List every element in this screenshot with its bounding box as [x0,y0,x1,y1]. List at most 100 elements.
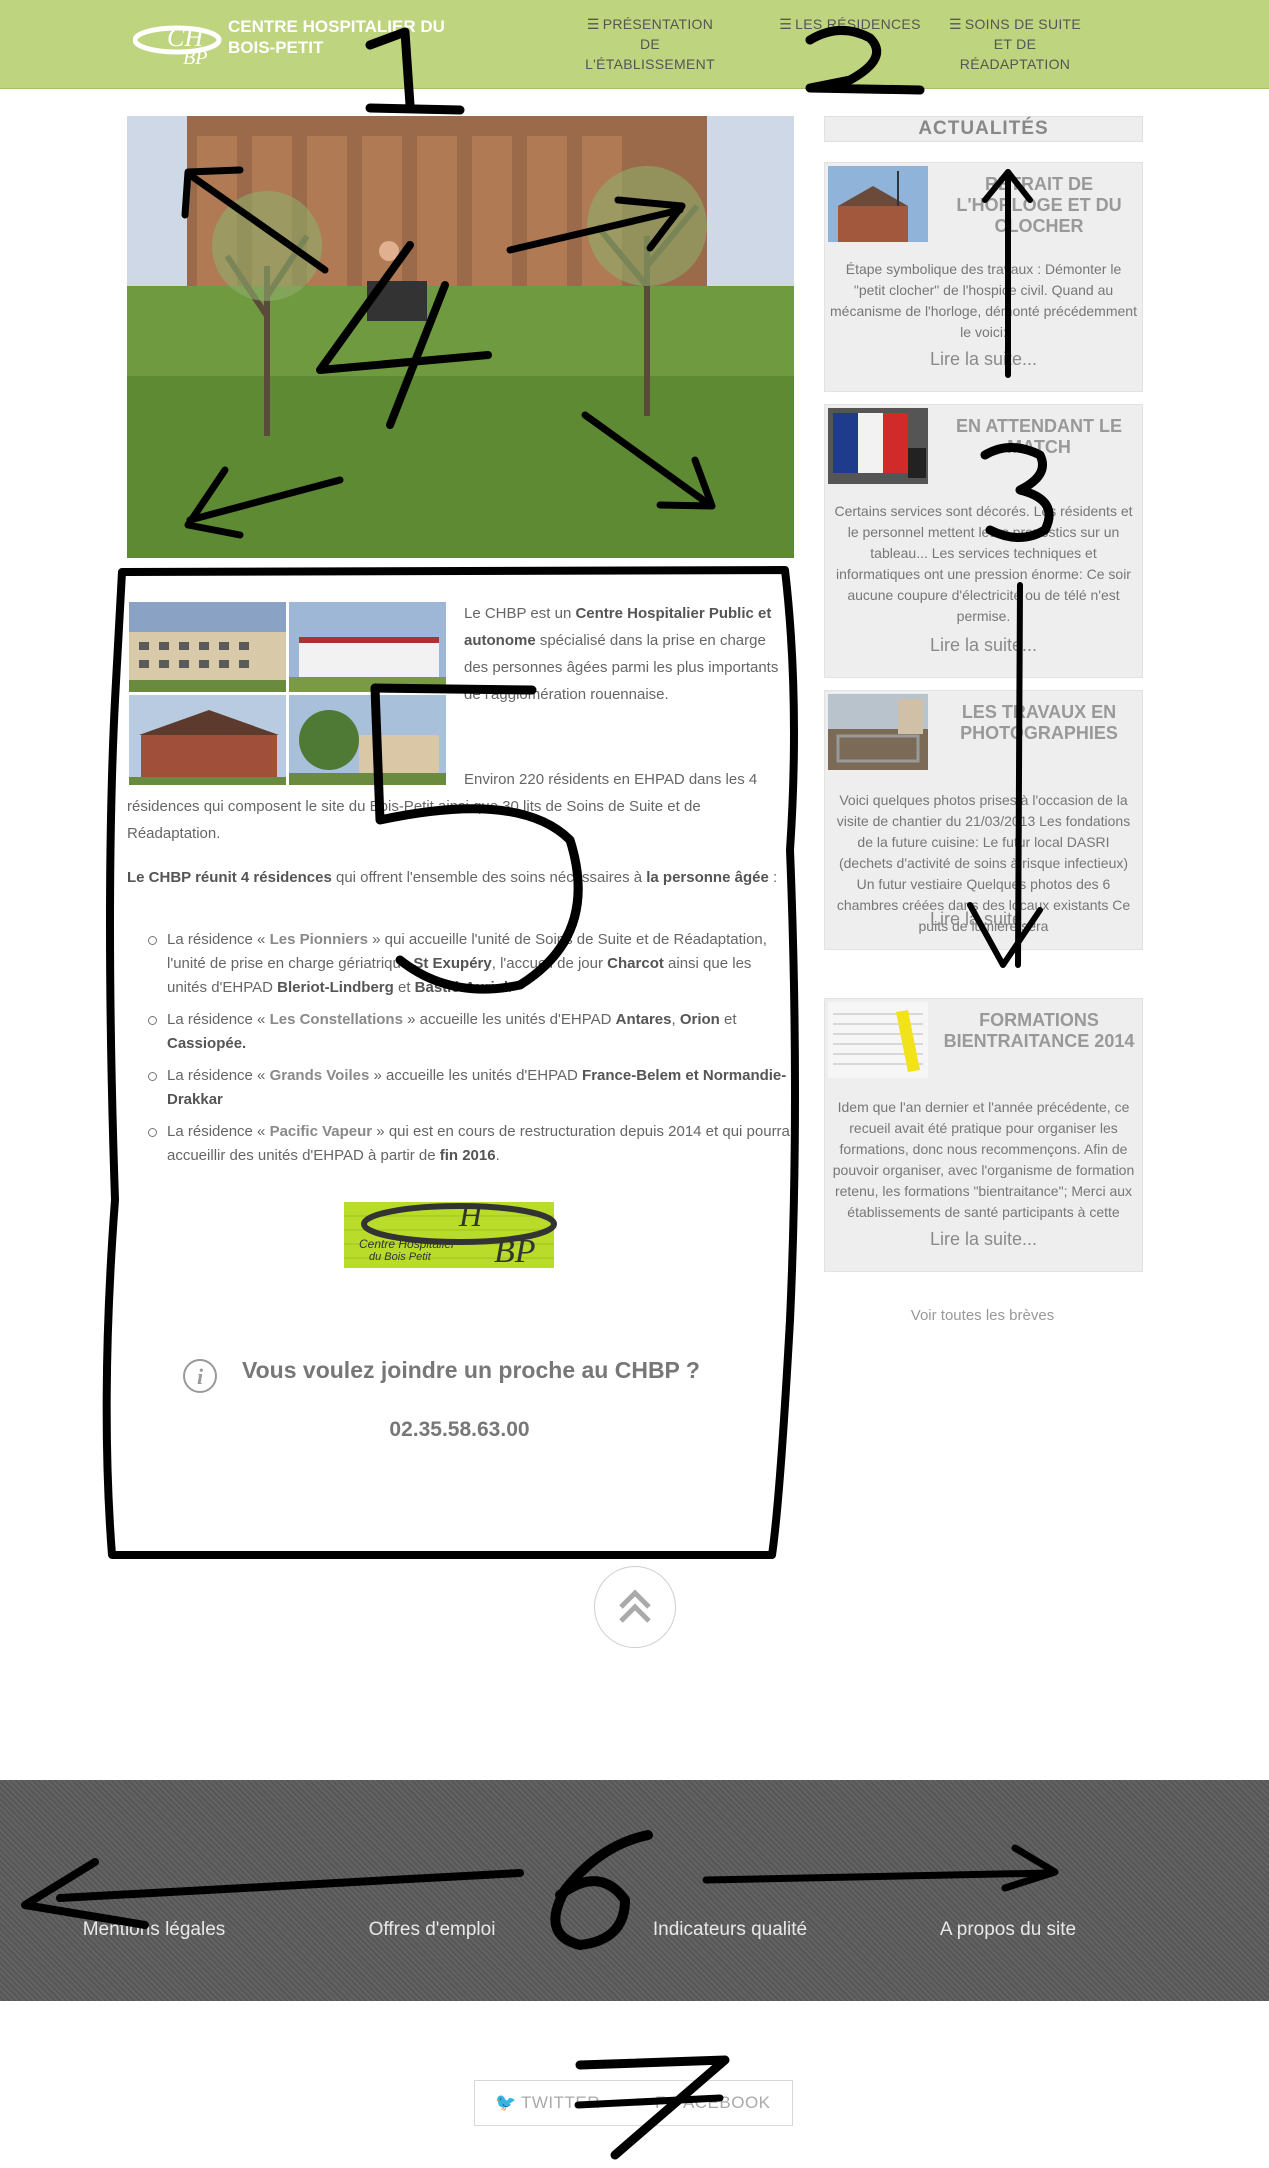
facebook-icon: f [655,2093,666,2112]
list-item: La résidence « Les Constellations » accu… [127,1008,792,1056]
residence-photo [129,602,286,692]
news-thumbnail [828,166,928,242]
text: : [768,869,778,886]
nav-label: L'ÉTABLISSEMENT [585,56,715,72]
text: La résidence « [167,1011,270,1028]
nav-label: ET DE [993,36,1037,52]
list-item: La résidence « Les Pionniers » qui accue… [127,928,792,1000]
read-more-link[interactable]: Lire la suite... [825,349,1142,370]
residence-link[interactable]: Grands Voiles [270,1067,370,1084]
text: , [671,1011,680,1028]
residence-link[interactable]: Les Pionniers [270,931,368,948]
text-bold: Bleriot-Lindberg [277,979,394,996]
news-thumbnail [828,1002,928,1078]
residences-intro-paragraph: Le CHBP réunit 4 résidences qui offrent … [127,864,792,891]
nav-label: SOINS DE SUITE [964,16,1082,32]
text: Le CHBP est un [464,605,576,622]
menu-icon: ☰ [948,16,962,32]
footer-link-legal[interactable]: Mentions légales [34,1919,274,1941]
text: . [495,1147,500,1164]
nav-presentation[interactable]: ☰ PRÉSENTATION DE L'ÉTABLISSEMENT [575,14,725,74]
text: La résidence « [167,1067,270,1084]
footer-link-jobs[interactable]: Offres d'emploi [312,1919,552,1941]
text: La résidence « [167,931,270,948]
news-card-title[interactable]: LES TRAVAUX EN PHOTOGRAPHIES [939,702,1139,744]
menu-icon: ☰ [586,16,600,32]
nav-label: DE [639,36,661,52]
nav-residences[interactable]: ☰ LES RÉSIDENCES [755,14,945,34]
text-bold: Antares [615,1011,672,1028]
chbp-logo[interactable]: CH BP [133,18,225,66]
news-card-title[interactable]: FORMATIONS BIENTRAITANCE 2014 [939,1010,1139,1052]
news-card-title[interactable]: EN ATTENDANT LE MATCH [939,416,1139,458]
nav-soins-suite[interactable]: ☰ SOINS DE SUITE ET DE RÉADAPTATION [935,14,1095,74]
text-bold: fin 2016 [439,1147,496,1164]
news-card[interactable]: LES TRAVAUX EN PHOTOGRAPHIES Voici quelq… [824,690,1143,950]
residences-list: La résidence « Les Pionniers » qui accue… [127,928,792,1176]
text-bold: Le CHBP réunit 4 résidences [127,869,332,886]
footer-link-quality[interactable]: Indicateurs qualité [610,1919,850,1941]
social-buttons: 🐦 TWITTER f FACEBOOK [474,2080,793,2126]
back-to-top-button[interactable] [594,1566,676,1648]
hero-slider-image[interactable] [127,116,794,558]
residence-link[interactable]: Pacific Vapeur [270,1123,373,1140]
text: La résidence « [167,1123,270,1140]
text: . [508,979,513,996]
news-card-body: Certains services sont décorés. Les rési… [834,503,1133,624]
residents-paragraph: Environ 220 résidents en EHPAD dans les … [127,771,758,842]
list-item: La résidence « Pacific Vapeur » qui est … [127,1120,792,1168]
see-all-news-link[interactable]: Voir toutes les brèves [824,1307,1141,1324]
news-card-body: Étape symbolique des travaux : Démonter … [830,261,1137,340]
read-more-link[interactable]: Lire la suite... [825,1229,1142,1250]
news-thumbnail [828,408,928,484]
text: , l'accueil de jour [491,955,608,972]
news-card-title[interactable]: RETRAIT DE L'HORLOGE ET DU CLOCHER [939,174,1139,237]
list-item: La résidence « Grands Voiles » accueille… [127,1064,792,1112]
svg-text:Centre Hospitalier: Centre Hospitalier [359,1237,456,1251]
read-more-link[interactable]: Lire la suite... [825,635,1142,656]
double-chevron-up-icon [619,1589,651,1623]
twitter-icon: 🐦 [495,2093,517,2112]
facebook-button[interactable]: FACEBOOK [673,2093,771,2113]
news-thumbnail [828,694,928,770]
intro-paragraph: Le CHBP est un Centre Hospitalier Public… [464,600,789,708]
footer-link-about[interactable]: A propos du site [888,1919,1128,1941]
text: et [393,979,415,996]
menu-icon: ☰ [779,16,793,32]
twitter-button[interactable]: TWITTER [521,2093,600,2113]
residence-link[interactable]: Les Constellations [270,1011,403,1028]
hero-photo [127,116,794,558]
news-card[interactable]: RETRAIT DE L'HORLOGE ET DU CLOCHER Étape… [824,162,1143,392]
news-card[interactable]: EN ATTENDANT LE MATCH Certains services … [824,404,1143,678]
read-more-link[interactable]: Lire la suite... [825,909,1142,930]
contact-phone[interactable]: 02.35.58.63.00 [127,1418,792,1442]
footer [0,1780,1269,2001]
text-bold: la personne âgée [646,869,769,886]
text: et [719,1011,737,1028]
svg-text:H: H [458,1197,484,1233]
svg-text:i: i [197,1364,204,1389]
news-title: ACTUALITÉS [824,116,1143,142]
svg-text:du Bois Petit: du Bois Petit [369,1251,432,1263]
text-bold: Charcot [607,955,664,972]
main-content: Le CHBP est un Centre Hospitalier Public… [127,590,792,1550]
svg-text:BP: BP [183,47,207,66]
text-bold: Cassiopée. [167,1035,247,1052]
text: qui offrent l'ensemble des soins nécessa… [331,869,647,886]
text-bold: St Exupéry [413,955,492,972]
chbp-green-logo: H BP Centre Hospitalier du Bois Petit [344,1197,557,1270]
site-title[interactable]: CENTRE HOSPITALIER DU BOIS-PETIT [228,16,488,58]
site-header: CH BP CENTRE HOSPITALIER DU BOIS-PETIT ☰… [0,0,1269,89]
text: » accueille les unités d'EHPAD [369,1067,583,1084]
nav-label: RÉADAPTATION [959,56,1071,72]
text-bold: Bastié-Auriol [414,979,509,996]
text-bold: Orion [679,1011,720,1028]
residences-photo-grid [129,602,447,786]
news-card[interactable]: FORMATIONS BIENTRAITANCE 2014 Idem que l… [824,998,1143,1272]
residence-photo [289,602,446,692]
nav-label: PRÉSENTATION [602,16,714,32]
news-card-body: Idem que l'an dernier et l'année précéde… [832,1099,1135,1220]
contact-title: Vous voulez joindre un proche au CHBP ? [242,1357,700,1383]
info-icon: i [183,1359,217,1393]
text: » accueille les unités d'EHPAD [402,1011,616,1028]
